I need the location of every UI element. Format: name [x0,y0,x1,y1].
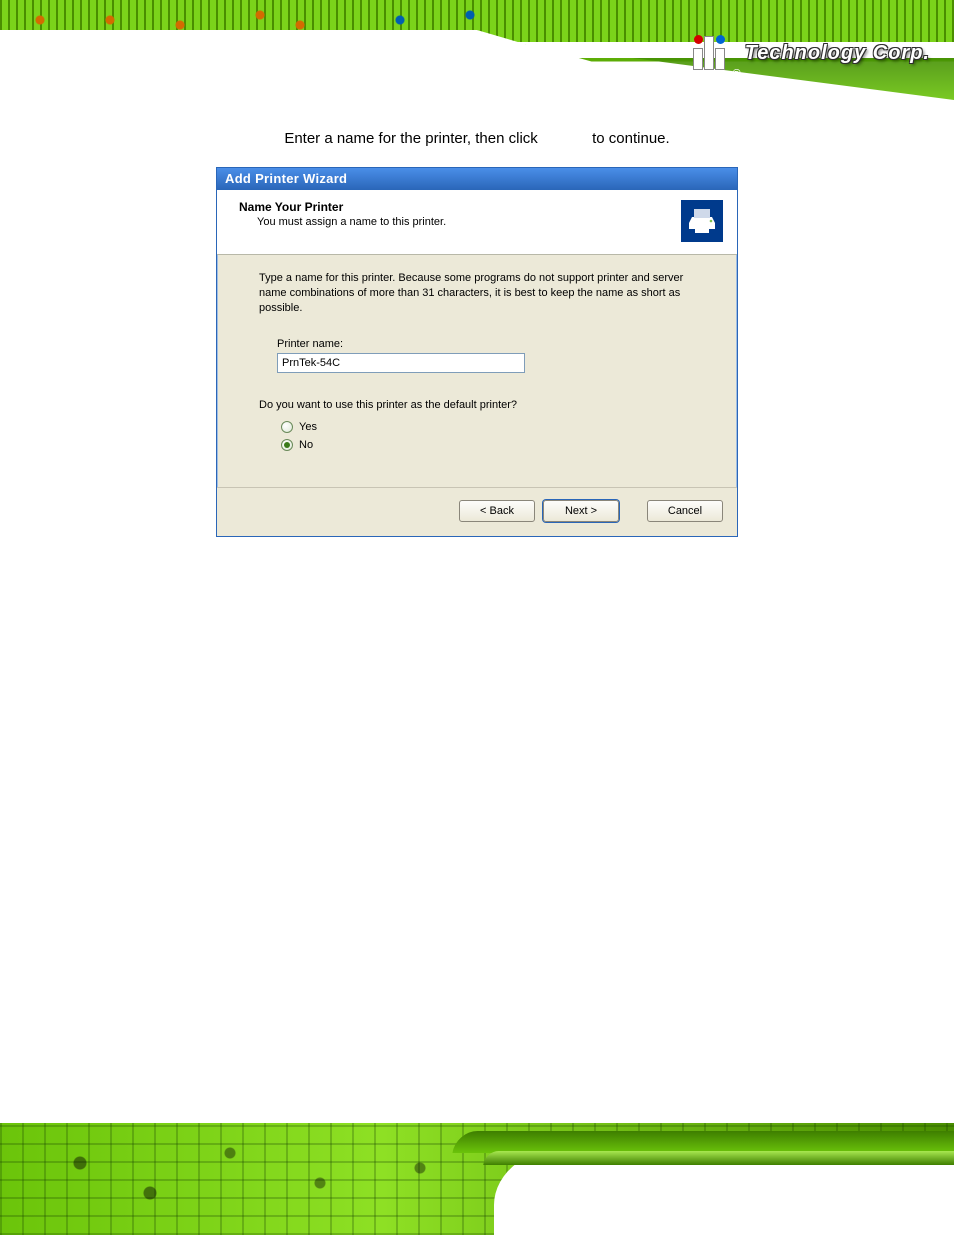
dialog-button-row: < Back Next > Cancel [217,487,737,536]
brand-name: Technology Corp. [745,42,930,65]
dialog-header-title: Name Your Printer [239,200,446,214]
radio-label-yes: Yes [299,421,317,433]
brand-logo: ® Technology Corp. [693,36,930,70]
next-button[interactable]: Next > [543,500,619,522]
instruction-before: Enter a name for the printer, then click [284,130,537,147]
radio-icon [281,439,293,451]
cancel-button[interactable]: Cancel [647,500,723,522]
add-printer-wizard-dialog: Add Printer Wizard Name Your Printer You… [216,167,738,537]
printer-name-input[interactable] [277,353,525,373]
dialog-titlebar: Add Printer Wizard [217,168,737,190]
printer-name-label: Printer name: [277,338,703,350]
radio-icon [281,421,293,433]
default-printer-radios: Yes No [281,421,703,451]
page-body: Enter a name for the printer, then click… [0,130,954,537]
page-footer-banner [0,1115,954,1235]
radio-label-no: No [299,439,313,451]
dialog-content: Type a name for this printer. Because so… [217,255,737,487]
default-printer-question: Do you want to use this printer as the d… [259,399,703,411]
page-header-banner: ® Technology Corp. [0,0,954,100]
registered-mark: ® [733,68,741,80]
dialog-description: Type a name for this printer. Because so… [259,271,699,316]
printer-icon [681,200,723,242]
instruction-after: to continue. [592,130,670,147]
radio-option-yes[interactable]: Yes [281,421,703,433]
dialog-header-subtitle: You must assign a name to this printer. [257,216,446,228]
back-button[interactable]: < Back [459,500,535,522]
logo-mark-icon [693,36,725,70]
footer-swoosh [494,1145,954,1235]
instruction-text: Enter a name for the printer, then click… [0,130,954,147]
dialog-header: Name Your Printer You must assign a name… [217,190,737,255]
radio-option-no[interactable]: No [281,439,703,451]
